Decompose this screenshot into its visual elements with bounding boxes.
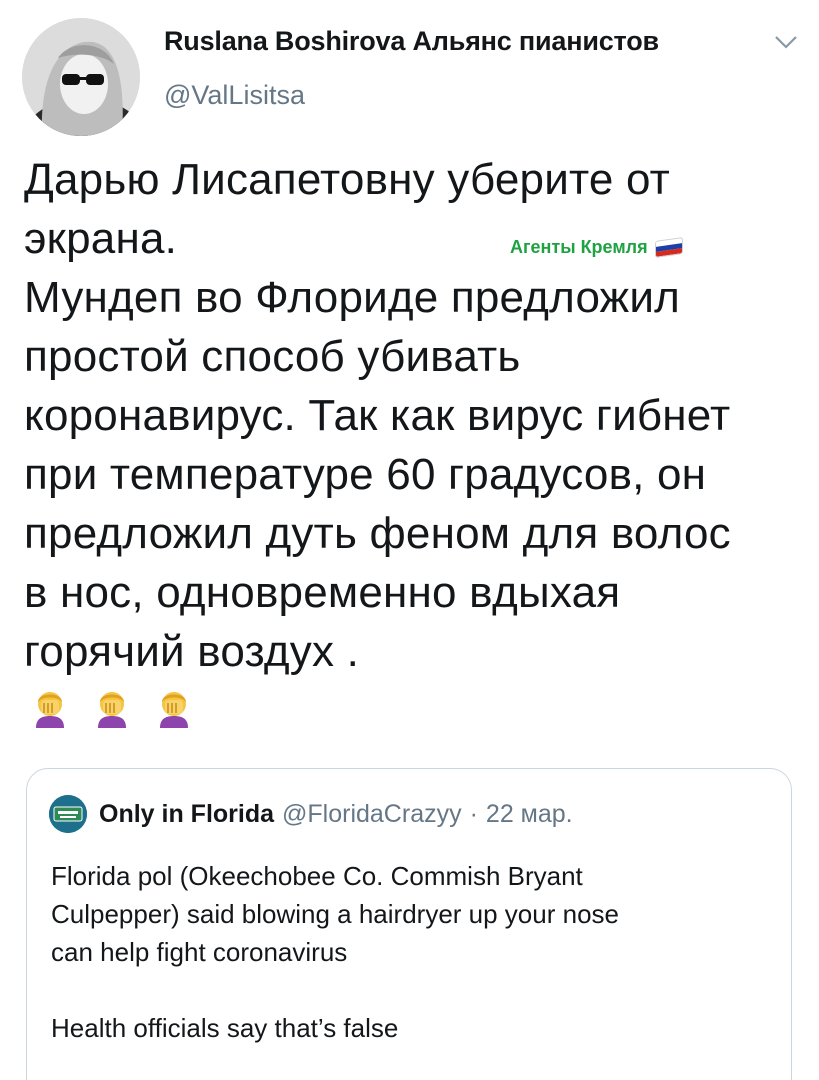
quoted-text-line: can help fight coronavirus	[51, 937, 348, 967]
tweet-text-line: предложил дуть феном для волос	[24, 509, 731, 558]
author-handle[interactable]: @ValLisitsa	[164, 80, 305, 111]
quoted-avatar[interactable]	[49, 795, 87, 833]
avatar[interactable]	[22, 18, 140, 136]
quoted-author-handle[interactable]: @FloridaCrazyy	[282, 800, 462, 829]
avatar-image	[22, 18, 140, 136]
tweet-text-line: коронавирус. Так как вирус гибнет	[24, 391, 731, 440]
author-name[interactable]: Ruslana Boshirova Альянс пианистов	[164, 26, 659, 57]
chevron-down-icon[interactable]	[770, 30, 802, 54]
tweet-text: Дарью Лисапетовну уберите от экрана. Мун…	[24, 150, 794, 681]
facepalm-emoji-icon	[92, 688, 132, 728]
quoted-text-line: Culpepper) said blowing a hairdryer up y…	[51, 899, 619, 929]
tweet-text-line: в нос, одновременно вдыхая	[24, 568, 621, 617]
tweet-header: Ruslana Boshirova Альянс пианистов @ValL…	[22, 18, 802, 136]
quoted-tweet-header: Only in Florida @FloridaCrazyy · 22 мар.	[49, 795, 573, 833]
emoji-row	[30, 688, 194, 728]
facepalm-emoji-icon	[154, 688, 194, 728]
quoted-date[interactable]: 22 мар.	[486, 800, 573, 829]
tweet-text-line: Дарью Лисапетовну уберите от	[24, 155, 671, 204]
russian-flag-icon	[655, 238, 682, 257]
facepalm-emoji-icon	[30, 688, 70, 728]
tweet-text-line: при температуре 60 градусов, он	[24, 450, 707, 499]
quoted-author-name[interactable]: Only in Florida	[99, 800, 274, 829]
quoted-text: Florida pol (Okeechobee Co. Commish Brya…	[51, 857, 771, 1047]
tweet-text-line: простой способ убивать	[24, 332, 521, 381]
overlay-label: Агенты Кремля	[510, 237, 682, 258]
separator-dot: ·	[469, 799, 478, 828]
tweet-text-line: горячий воздух .	[24, 627, 360, 676]
tweet: Ruslana Boshirova Альянс пианистов @ValL…	[0, 0, 819, 1080]
florida-sign-icon	[49, 795, 87, 833]
quoted-text-line: Florida pol (Okeechobee Co. Commish Brya…	[51, 861, 583, 891]
quoted-tweet[interactable]: Only in Florida @FloridaCrazyy · 22 мар.…	[26, 768, 792, 1080]
tweet-text-line: Мундеп во Флориде предложил	[24, 273, 680, 322]
overlay-label-text: Агенты Кремля	[510, 237, 648, 257]
quoted-text-line: Health officials say that’s false	[51, 1013, 399, 1043]
